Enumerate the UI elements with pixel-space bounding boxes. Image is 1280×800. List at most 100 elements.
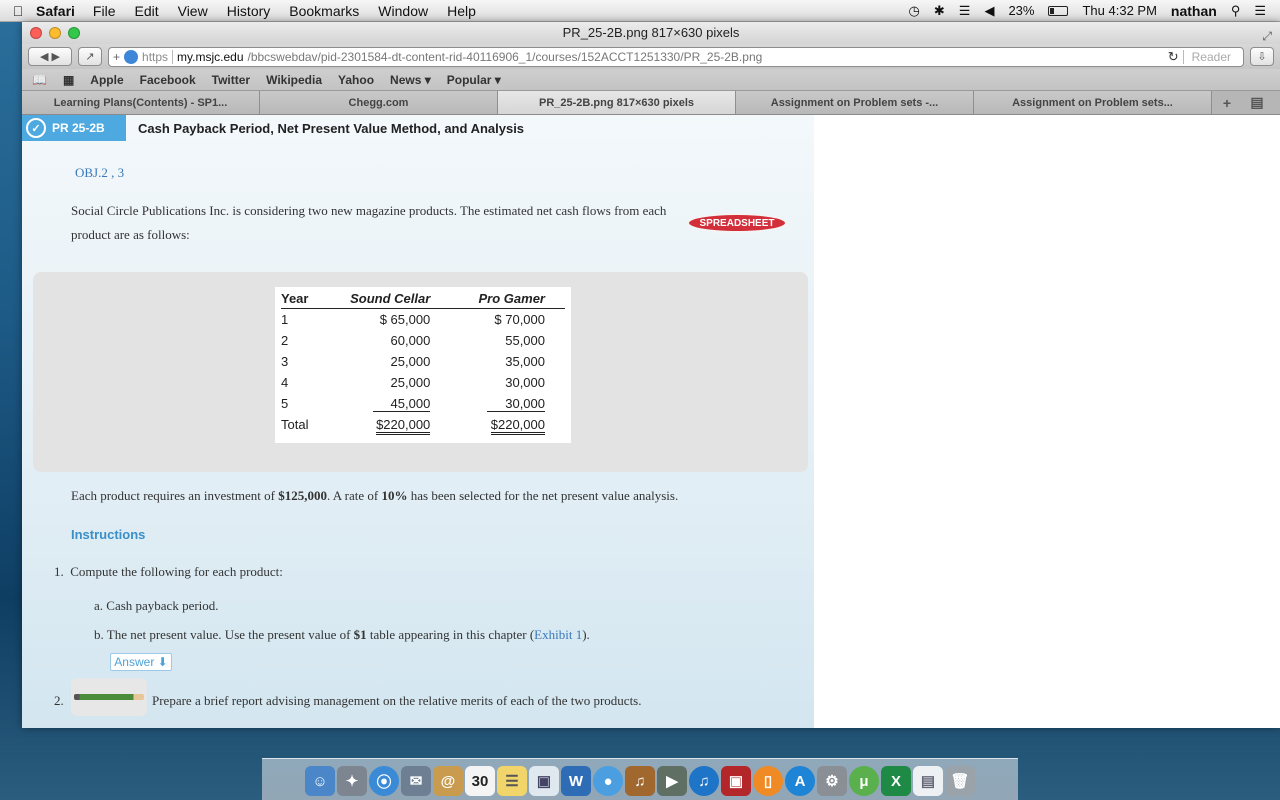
add-bookmark-icon[interactable]: + [113, 50, 120, 64]
back-forward-button[interactable]: ◀ ▶ [28, 47, 72, 66]
spreadsheet-badge: SPREADSHEET [687, 213, 787, 233]
reading-list-icon[interactable]: 📖 [32, 73, 47, 87]
menu-file[interactable]: File [93, 3, 116, 19]
answer-button[interactable]: Answer ⬇ [110, 653, 172, 671]
calendar-icon[interactable]: 30 [465, 766, 495, 796]
bookmark-news[interactable]: News ▾ [390, 73, 431, 87]
top-sites-icon[interactable]: ▦ [63, 73, 74, 87]
table-row: 1 $ 65,000 $ 70,000 [281, 309, 565, 330]
tab-bar: Learning Plans(Contents) - SP1... Chegg.… [22, 91, 1280, 115]
tab-assignment-1[interactable]: Assignment on Problem sets -... [736, 91, 974, 114]
tab-pr-25-2b[interactable]: PR_25-2B.png 817×630 pixels [498, 91, 736, 114]
reader-button[interactable]: Reader [1182, 49, 1239, 64]
itunes-icon[interactable]: ♫ [689, 766, 719, 796]
apple-menu-icon[interactable]:  [0, 3, 36, 19]
preview-icon[interactable]: ▣ [529, 766, 559, 796]
garageband-icon[interactable]: ♫ [625, 766, 655, 796]
problem-intro: Social Circle Publications Inc. is consi… [71, 203, 667, 242]
new-tab-button[interactable]: + [1212, 91, 1242, 114]
sound-cellar-cell: 25,000 [390, 374, 431, 390]
reload-icon[interactable]: ↻ [1168, 49, 1179, 65]
dock: ☺ ✦ ⦿ ✉ @ 30 ☰ ▣ W ● ♫ ▶ ♫ ▣ ▯ A ⚙ μ X ▤… [262, 758, 1018, 800]
word-icon[interactable]: W [561, 766, 591, 796]
excel-icon[interactable]: X [881, 766, 911, 796]
question-1-text: Compute the following for each product: [70, 564, 283, 579]
bookmark-yahoo[interactable]: Yahoo [338, 73, 374, 87]
investment-pre: Each product requires an investment of [71, 488, 279, 503]
cash-flow-table: Year Sound Cellar Pro Gamer 1 $ 65,000 $… [275, 287, 571, 443]
messages-icon[interactable]: ● [593, 766, 623, 796]
fullscreen-icon[interactable]: ⤢ [1262, 25, 1272, 47]
tab-overview-icon[interactable]: ▤ [1242, 91, 1272, 114]
url-bar[interactable]: + https my.msjc.edu /bbcswebdav/pid-2301… [108, 46, 1244, 67]
close-window-button[interactable] [30, 27, 42, 39]
menu-window[interactable]: Window [378, 3, 428, 19]
objectives: OBJ.2 , 3 [75, 165, 125, 180]
safari-icon[interactable]: ⦿ [369, 766, 399, 796]
trash-icon[interactable]: 🗑 [945, 766, 975, 796]
mail-icon[interactable]: ✉ [401, 766, 431, 796]
bookmark-wikipedia[interactable]: Wikipedia [266, 73, 322, 87]
question-1b-mid: table appearing in this chapter ( [366, 627, 535, 642]
table-row: 4 25,000 30,000 [281, 372, 565, 393]
browser-toolbar: ◀ ▶ ↗ + https my.msjc.edu /bbcswebdav/pi… [22, 44, 1280, 69]
bookmark-popular[interactable]: Popular ▾ [447, 73, 501, 87]
notification-center-icon[interactable]: ☰ [1254, 3, 1266, 19]
wifi-icon[interactable]: ☰ [959, 3, 971, 19]
menu-app-safari[interactable]: Safari [36, 3, 75, 19]
launchpad-icon[interactable]: ✦ [337, 766, 367, 796]
pencil-icon [71, 678, 147, 716]
investment-text: Each product requires an investment of $… [71, 488, 678, 504]
menu-bookmarks[interactable]: Bookmarks [289, 3, 359, 19]
contacts-icon[interactable]: @ [433, 766, 463, 796]
appstore-icon[interactable]: A [785, 766, 815, 796]
bluetooth-icon[interactable]: ✱ [934, 3, 945, 19]
table-row: 3 25,000 35,000 [281, 351, 565, 372]
battery-percent[interactable]: 23% [1008, 3, 1034, 18]
battery-icon[interactable] [1048, 5, 1069, 16]
ibooks-icon[interactable]: ▯ [753, 766, 783, 796]
investment-rate: 10% [381, 488, 408, 503]
volume-icon[interactable]: ◀ [984, 3, 994, 19]
share-icon[interactable]: ↗ [78, 47, 102, 66]
col-header-sound-cellar: Sound Cellar [317, 289, 451, 309]
downloads-icon[interactable]: ⇩ [1250, 47, 1274, 66]
sound-cellar-cell: 60,000 [390, 332, 431, 348]
question-1a: a. Cash payback period. [94, 598, 219, 613]
zoom-window-button[interactable] [68, 27, 80, 39]
bookmark-facebook[interactable]: Facebook [140, 73, 196, 87]
documents-icon[interactable]: ▤ [913, 766, 943, 796]
finder-icon[interactable]: ☺ [305, 766, 335, 796]
menu-edit[interactable]: Edit [134, 3, 158, 19]
col-header-pro-gamer: Pro Gamer [450, 289, 565, 309]
investment-amount: $125,000 [278, 488, 327, 503]
bookmark-twitter[interactable]: Twitter [212, 73, 250, 87]
col-header-year: Year [281, 289, 318, 309]
bookmark-apple[interactable]: Apple [90, 73, 123, 87]
instructions-heading: Instructions [71, 527, 146, 542]
pro-gamer-cell: 30,000 [450, 393, 565, 414]
time-machine-icon[interactable]: ◷ [909, 3, 920, 19]
menu-history[interactable]: History [227, 3, 271, 19]
sound-cellar-value: 45,000 [372, 395, 431, 412]
clock[interactable]: Thu 4:32 PM [1082, 3, 1156, 18]
check-circle-icon: ✓ [26, 118, 46, 138]
user-menu[interactable]: nathan [1171, 3, 1217, 19]
notes-icon[interactable]: ☰ [497, 766, 527, 796]
question-1b: b. The net present value. Use the presen… [94, 627, 590, 643]
tab-chegg[interactable]: Chegg.com [260, 91, 498, 114]
pro-gamer-cell: 30,000 [505, 374, 545, 390]
system-preferences-icon[interactable]: ⚙ [817, 766, 847, 796]
exhibit-1-link[interactable]: Exhibit 1 [534, 627, 582, 642]
menu-view[interactable]: View [178, 3, 208, 19]
menu-help[interactable]: Help [447, 3, 476, 19]
photobooth-icon[interactable]: ▣ [721, 766, 751, 796]
year-cell: 5 [281, 395, 289, 411]
facetime-icon[interactable]: ▶ [657, 766, 687, 796]
tab-learning-plans[interactable]: Learning Plans(Contents) - SP1... [22, 91, 260, 114]
spotlight-icon[interactable]: ⚲ [1231, 3, 1241, 19]
sound-cellar-total-cell: $220,000 [317, 414, 450, 435]
utorrent-icon[interactable]: μ [849, 766, 879, 796]
tab-assignment-2[interactable]: Assignment on Problem sets... [974, 91, 1212, 114]
minimize-window-button[interactable] [49, 27, 61, 39]
